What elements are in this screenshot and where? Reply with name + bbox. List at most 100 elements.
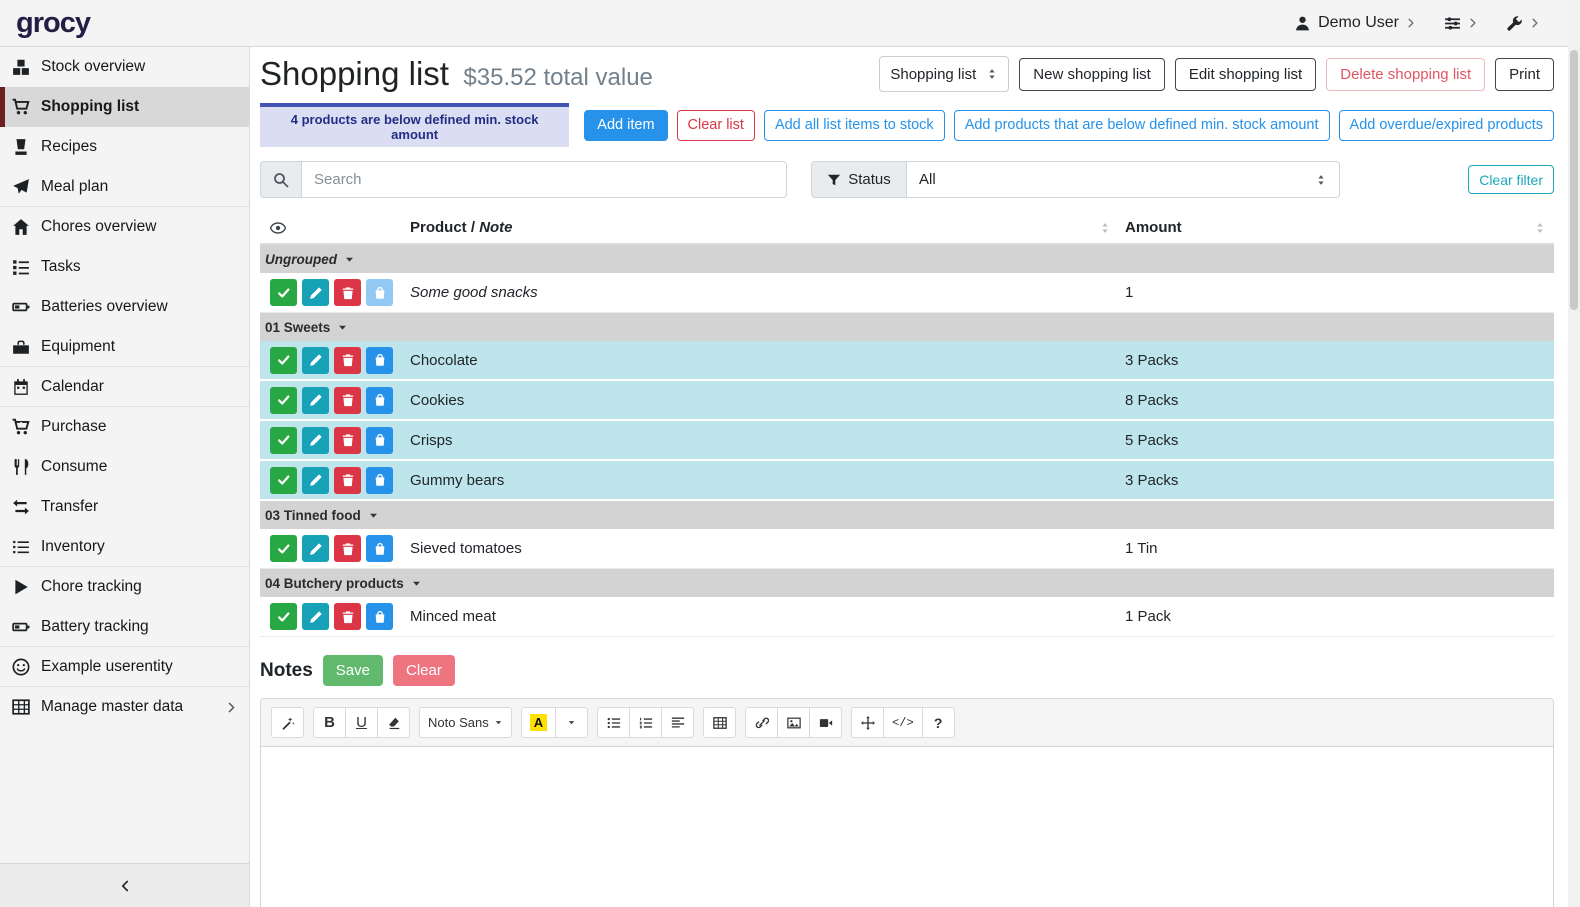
status-filter-button[interactable]: Status <box>811 161 907 198</box>
clear-notes-button[interactable]: Clear <box>393 655 455 686</box>
insert-table-button[interactable] <box>703 707 736 738</box>
admin-menu[interactable] <box>1506 15 1540 32</box>
product-amount: 1 Pack <box>1125 608 1554 625</box>
sidebar-item-chore-tracking[interactable]: Chore tracking <box>0 567 249 607</box>
status-filter-select[interactable]: All <box>907 161 1340 198</box>
edit-item-button[interactable] <box>302 347 329 374</box>
delete-item-button[interactable] <box>334 387 361 414</box>
bold-button[interactable]: B <box>313 707 346 738</box>
edit-item-button[interactable] <box>302 603 329 630</box>
add-below-min-button[interactable]: Add products that are below defined min.… <box>954 110 1330 141</box>
insert-picture-button[interactable] <box>777 707 810 738</box>
mark-done-button[interactable] <box>270 467 297 494</box>
group-header-row[interactable]: Ungrouped <box>260 245 1554 273</box>
add-to-stock-button[interactable] <box>366 427 393 454</box>
delete-item-button[interactable] <box>334 347 361 374</box>
sidebar-item-stock-overview[interactable]: Stock overview <box>0 47 249 87</box>
mark-done-button[interactable] <box>270 535 297 562</box>
sidebar-item-battery-tracking[interactable]: Battery tracking <box>0 607 249 647</box>
sidebar-item-shopping-list[interactable]: Shopping list <box>0 87 249 127</box>
ordered-list-button[interactable] <box>629 707 662 738</box>
sidebar-item-chores-overview[interactable]: Chores overview <box>0 207 249 247</box>
delete-shopping-list-button[interactable]: Delete shopping list <box>1326 58 1485 91</box>
exchange-icon <box>12 498 30 516</box>
scrollbar[interactable] <box>1568 0 1580 907</box>
insert-link-button[interactable] <box>745 707 778 738</box>
new-shopping-list-button[interactable]: New shopping list <box>1019 58 1165 91</box>
sidebar-item-inventory[interactable]: Inventory <box>0 527 249 567</box>
insert-video-button[interactable] <box>809 707 842 738</box>
unordered-list-button[interactable] <box>597 707 630 738</box>
sidebar-collapse-button[interactable] <box>0 863 249 907</box>
amount-column-header[interactable]: Amount <box>1125 219 1554 236</box>
add-to-stock-button[interactable] <box>366 467 393 494</box>
delete-item-button[interactable] <box>334 467 361 494</box>
shopping-list-select[interactable]: Shopping list <box>879 56 1009 92</box>
clear-list-button[interactable]: Clear list <box>677 110 755 141</box>
settings-menu[interactable] <box>1444 15 1478 32</box>
paragraph-align-button[interactable] <box>661 707 694 738</box>
product-column-header[interactable]: Product / Note <box>410 219 1125 236</box>
group-name: 01 Sweets <box>265 320 330 335</box>
add-to-stock-button[interactable] <box>366 279 393 306</box>
delete-item-button[interactable] <box>334 427 361 454</box>
edit-item-button[interactable] <box>302 387 329 414</box>
sidebar-item-transfer[interactable]: Transfer <box>0 487 249 527</box>
edit-item-button[interactable] <box>302 427 329 454</box>
min-stock-alert[interactable]: 4 products are below defined min. stock … <box>260 103 569 147</box>
delete-item-button[interactable] <box>334 279 361 306</box>
mark-done-button[interactable] <box>270 347 297 374</box>
edit-item-button[interactable] <box>302 535 329 562</box>
sidebar-item-tasks[interactable]: Tasks <box>0 247 249 287</box>
sidebar-item-purchase[interactable]: Purchase <box>0 407 249 447</box>
print-button[interactable]: Print <box>1495 58 1554 91</box>
add-overdue-button[interactable]: Add overdue/expired products <box>1339 110 1554 141</box>
sidebar-item-calendar[interactable]: Calendar <box>0 367 249 407</box>
caret-down-icon <box>368 510 379 521</box>
add-to-stock-button[interactable] <box>366 535 393 562</box>
highlight-color-dropdown[interactable] <box>555 707 588 738</box>
group-header-row[interactable]: 01 Sweets <box>260 313 1554 341</box>
magic-style-button[interactable] <box>271 707 304 738</box>
mark-done-button[interactable] <box>270 279 297 306</box>
edit-item-button[interactable] <box>302 467 329 494</box>
sidebar-item-meal-plan[interactable]: Meal plan <box>0 167 249 207</box>
page-subtitle: $35.52 total value <box>463 64 652 91</box>
clear-formatting-button[interactable] <box>377 707 410 738</box>
notes-editor-area[interactable] <box>261 747 1553 907</box>
add-all-to-stock-button[interactable]: Add all list items to stock <box>764 110 945 141</box>
notes-title: Notes <box>260 660 313 682</box>
sidebar-item-batteries-overview[interactable]: Batteries overview <box>0 287 249 327</box>
edit-item-button[interactable] <box>302 279 329 306</box>
search-input[interactable] <box>302 161 787 198</box>
save-notes-button[interactable]: Save <box>323 655 383 686</box>
edit-shopping-list-button[interactable]: Edit shopping list <box>1175 58 1316 91</box>
add-to-stock-button[interactable] <box>366 387 393 414</box>
delete-item-button[interactable] <box>334 535 361 562</box>
mark-done-button[interactable] <box>270 603 297 630</box>
scrollbar-thumb[interactable] <box>1570 50 1578 310</box>
fullscreen-icon <box>861 716 875 730</box>
add-to-stock-button[interactable] <box>366 347 393 374</box>
sidebar-item-equipment[interactable]: Equipment <box>0 327 249 367</box>
sidebar-item-consume[interactable]: Consume <box>0 447 249 487</box>
sidebar-item-manage-master-data[interactable]: Manage master data <box>0 687 249 727</box>
group-header-row[interactable]: 03 Tinned food <box>260 501 1554 529</box>
sidebar-item-example-userentity[interactable]: Example userentity <box>0 647 249 687</box>
delete-item-button[interactable] <box>334 603 361 630</box>
sidebar-item-recipes[interactable]: Recipes <box>0 127 249 167</box>
font-family-select[interactable]: Noto Sans <box>419 707 512 738</box>
underline-button[interactable]: U <box>345 707 378 738</box>
group-header-row[interactable]: 04 Butchery products <box>260 569 1554 597</box>
help-button[interactable]: ? <box>922 707 955 738</box>
code-view-button[interactable]: </> <box>883 707 923 738</box>
mark-done-button[interactable] <box>270 387 297 414</box>
add-to-stock-button[interactable] <box>366 603 393 630</box>
visibility-column-header[interactable] <box>260 220 410 236</box>
clear-filter-button[interactable]: Clear filter <box>1468 165 1554 194</box>
highlight-color-button[interactable]: A <box>521 707 556 738</box>
user-menu[interactable]: Demo User <box>1294 14 1416 32</box>
mark-done-button[interactable] <box>270 427 297 454</box>
add-item-button[interactable]: Add item <box>584 110 667 141</box>
fullscreen-button[interactable] <box>851 707 884 738</box>
